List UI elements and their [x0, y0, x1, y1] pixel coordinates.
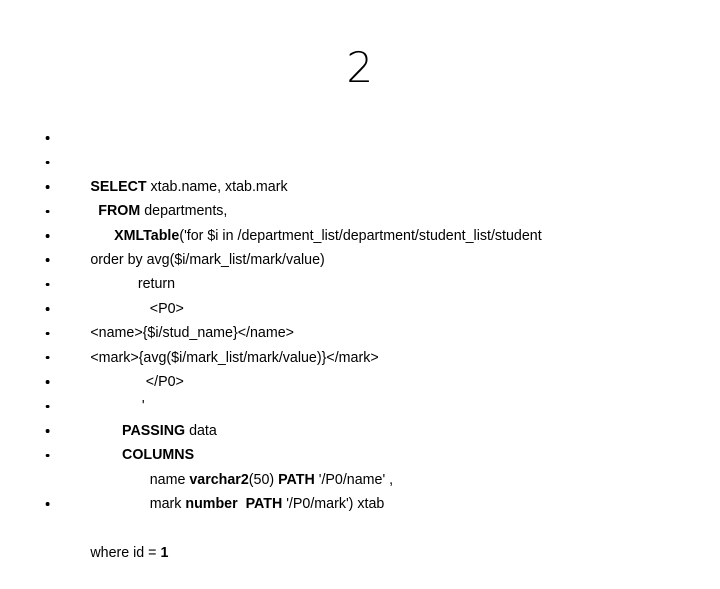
bullet-dot-icon [45, 429, 50, 433]
bullet-dot-icon [45, 185, 50, 189]
bullet-dot-icon [45, 234, 50, 238]
list-item: <P0> [40, 248, 658, 317]
page-title: 2 [346, 43, 374, 92]
bullet-dot-icon [45, 453, 50, 458]
bullet-dot-icon [45, 160, 50, 165]
list-item: mark number PATH '/P0/mark') xtab [40, 443, 658, 512]
bullet-dot-icon [45, 307, 50, 311]
bullet-dot-icon [45, 355, 50, 360]
list-item: ' [40, 346, 658, 414]
bullet-dot-icon [45, 282, 50, 287]
bullet-dot-icon [45, 136, 50, 140]
list-item: order by avg($i/mark_list/mark/value) [40, 199, 658, 268]
code-line-text: where id = 1 [90, 543, 169, 561]
list-item: PASSING data [40, 370, 658, 439]
list-item: <name>{$i/stud_name}</name> [40, 272, 658, 341]
list-item: SELECT xtab.name, xtab.mark [40, 126, 658, 195]
list-item: <mark>{avg($i/mark_list/mark/value)}</ma… [40, 297, 658, 366]
list-item-where-clause: where id = 1 [40, 492, 658, 561]
bullet-dot-icon [45, 502, 50, 506]
code-bullet-list: SELECT xtab.name, xtab.mark FROM departm… [40, 126, 690, 561]
code-line-text: name varchar2(50) PATH '/P0/name' , [90, 470, 394, 488]
bullet-dot-icon [45, 209, 50, 214]
bullet-dot-icon [45, 331, 50, 336]
list-item: COLUMNS [40, 394, 658, 463]
list-item: </P0> [40, 321, 658, 390]
list-item: return [40, 224, 658, 292]
list-item: FROM departments, [40, 150, 658, 219]
slide-canvas: 2 SELECT xtab.name, xtab.mark FROM depar… [0, 0, 720, 561]
bullet-dot-icon [45, 380, 50, 384]
bullet-dot-icon [45, 258, 50, 262]
list-item: XMLTable('for $i in /department_list/dep… [40, 175, 658, 244]
bullet-dot-icon [45, 404, 50, 409]
list-item: name varchar2(50) PATH '/P0/name' , [40, 419, 658, 488]
